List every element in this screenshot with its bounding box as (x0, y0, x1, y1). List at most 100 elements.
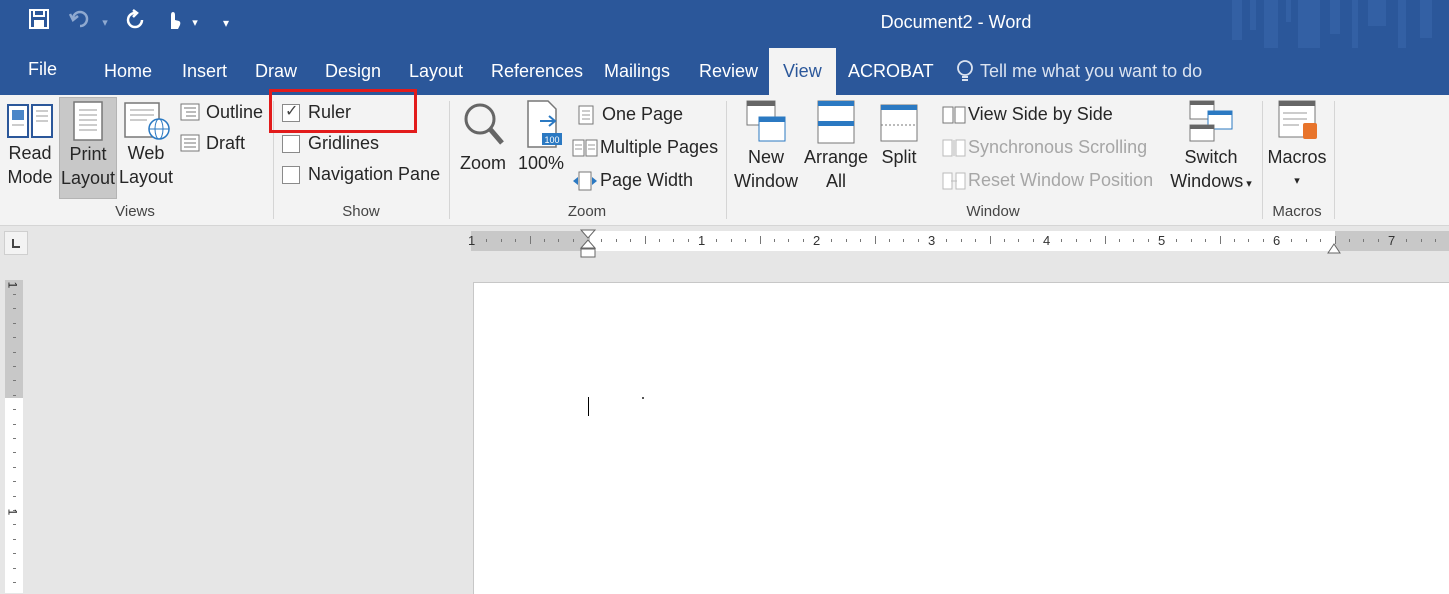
tab-acrobat[interactable]: ACROBAT (834, 48, 948, 95)
tab-file[interactable]: File (14, 48, 71, 95)
ruler-tick (13, 524, 16, 525)
ruler-tick (1119, 239, 1120, 242)
ruler-tick (573, 239, 574, 242)
reset-window-position-button[interactable]: Reset Window Position (942, 166, 1153, 194)
synchronous-scrolling-button[interactable]: Synchronous Scrolling (942, 133, 1147, 161)
draft-icon (180, 134, 200, 152)
zoom-100-label: 100% (517, 153, 565, 173)
ruler-tick (616, 239, 617, 242)
ribbon-view: Read Mode Print Layout Web Layout Outlin… (0, 95, 1449, 226)
ruler-tick (1349, 239, 1350, 242)
ruler-tick (1363, 239, 1364, 242)
switch-windows-button[interactable]: Switch Windows ▾ (1164, 97, 1258, 196)
tab-insert[interactable]: Insert (168, 48, 241, 95)
document-page[interactable] (473, 282, 1449, 594)
ruler-tick (13, 467, 16, 468)
multiple-pages-icon (572, 139, 598, 157)
ruler-tick (645, 236, 646, 244)
group-label-show: Show (342, 203, 380, 220)
print-layout-label-2: Layout (60, 168, 116, 188)
tab-view[interactable]: View (769, 48, 836, 95)
ruler-tick (831, 239, 832, 242)
ruler-number: 3 (928, 233, 936, 248)
tab-references[interactable]: References (477, 48, 597, 95)
ruler-tick (875, 236, 876, 244)
reset-window-position-icon (942, 172, 966, 190)
indent-markers[interactable] (578, 229, 598, 259)
arrange-all-icon (817, 100, 855, 144)
split-button[interactable]: Split (874, 97, 924, 169)
ruler-tick (1191, 239, 1192, 242)
tab-design[interactable]: Design (311, 48, 395, 95)
zoom-100-button[interactable]: 100 100% (514, 97, 568, 175)
switch-windows-label-2: Windows (1170, 171, 1244, 191)
one-page-button[interactable]: One Page (576, 100, 683, 128)
tab-selector-button[interactable] (4, 231, 28, 255)
tab-home[interactable]: Home (90, 48, 166, 95)
left-tab-icon (12, 239, 20, 248)
gridlines-check-box[interactable] (282, 135, 300, 153)
ruler-tick (1263, 239, 1264, 242)
page-width-button[interactable]: Page Width (572, 166, 693, 194)
ruler-tick (990, 236, 991, 244)
arrange-all-button[interactable]: Arrange All (802, 97, 870, 193)
tab-review[interactable]: Review (685, 48, 772, 95)
print-layout-button[interactable]: Print Layout (59, 97, 117, 199)
print-layout-label-1: Print (69, 144, 107, 164)
ruler-tick (13, 380, 16, 381)
view-side-by-side-button[interactable]: View Side by Side (942, 100, 1113, 128)
tell-me-placeholder: Tell me what you want to do (980, 61, 1203, 81)
draft-label: Draft (206, 133, 246, 153)
draft-button[interactable]: Draft (180, 129, 245, 157)
ruler-tick (601, 239, 602, 242)
ruler-tick (13, 438, 16, 439)
view-side-by-side-label: View Side by Side (968, 104, 1113, 124)
ruler-tick (688, 239, 689, 242)
ruler-tick (745, 239, 746, 242)
ruler-tick (975, 239, 976, 242)
navigation-pane-check-box[interactable] (282, 166, 300, 184)
group-divider (726, 101, 727, 219)
window-title: Document2 - Word (880, 12, 1032, 32)
multiple-pages-button[interactable]: Multiple Pages (572, 133, 718, 161)
new-window-icon (746, 100, 786, 142)
group-divider (1334, 101, 1335, 219)
ruler-tick (1133, 239, 1134, 242)
web-layout-button[interactable]: Web Layout (118, 97, 174, 189)
ruler-tick (13, 424, 16, 425)
ruler-tick (1090, 239, 1091, 242)
ruler-tick (1234, 239, 1235, 242)
right-indent-marker[interactable] (1326, 241, 1342, 255)
zoom-button[interactable]: Zoom (456, 97, 510, 175)
synchronous-scrolling-icon (942, 139, 966, 157)
ruler-tick (760, 236, 761, 244)
split-icon (880, 104, 918, 142)
tab-layout[interactable]: Layout (395, 48, 477, 95)
ruler-tick (889, 239, 890, 242)
ruler-number: 1 (5, 281, 20, 289)
split-label: Split (881, 147, 917, 167)
gridlines-checkbox[interactable]: Gridlines (282, 129, 379, 157)
tell-me-search[interactable]: Tell me what you want to do (956, 48, 1202, 95)
read-mode-button[interactable]: Read Mode (2, 97, 58, 189)
ruler-tick (1205, 239, 1206, 242)
ruler-tick (1378, 239, 1379, 242)
ruler-tick (13, 323, 16, 324)
ruler-number: 1 (698, 233, 706, 248)
view-side-by-side-icon (942, 106, 966, 124)
ruler-tick (13, 308, 16, 309)
ruler-tick (1105, 236, 1106, 244)
group-label-zoom: Zoom (567, 203, 607, 220)
macros-button[interactable]: Macros ▾ (1264, 97, 1330, 193)
outline-button[interactable]: Outline (180, 98, 263, 126)
one-page-label: One Page (602, 104, 684, 124)
new-window-label-1: New (747, 147, 784, 167)
ruler-tick (13, 582, 16, 583)
title-bar: ▾ ▾ ▾ Document2 - Word (0, 0, 1449, 48)
tab-mailings[interactable]: Mailings (590, 48, 684, 95)
tab-draw[interactable]: Draw (241, 48, 311, 95)
navigation-pane-checkbox[interactable]: Navigation Pane (282, 160, 440, 188)
ruler-number: 2 (813, 233, 821, 248)
new-window-button[interactable]: New Window (730, 97, 802, 193)
ruler-tick (716, 239, 717, 242)
